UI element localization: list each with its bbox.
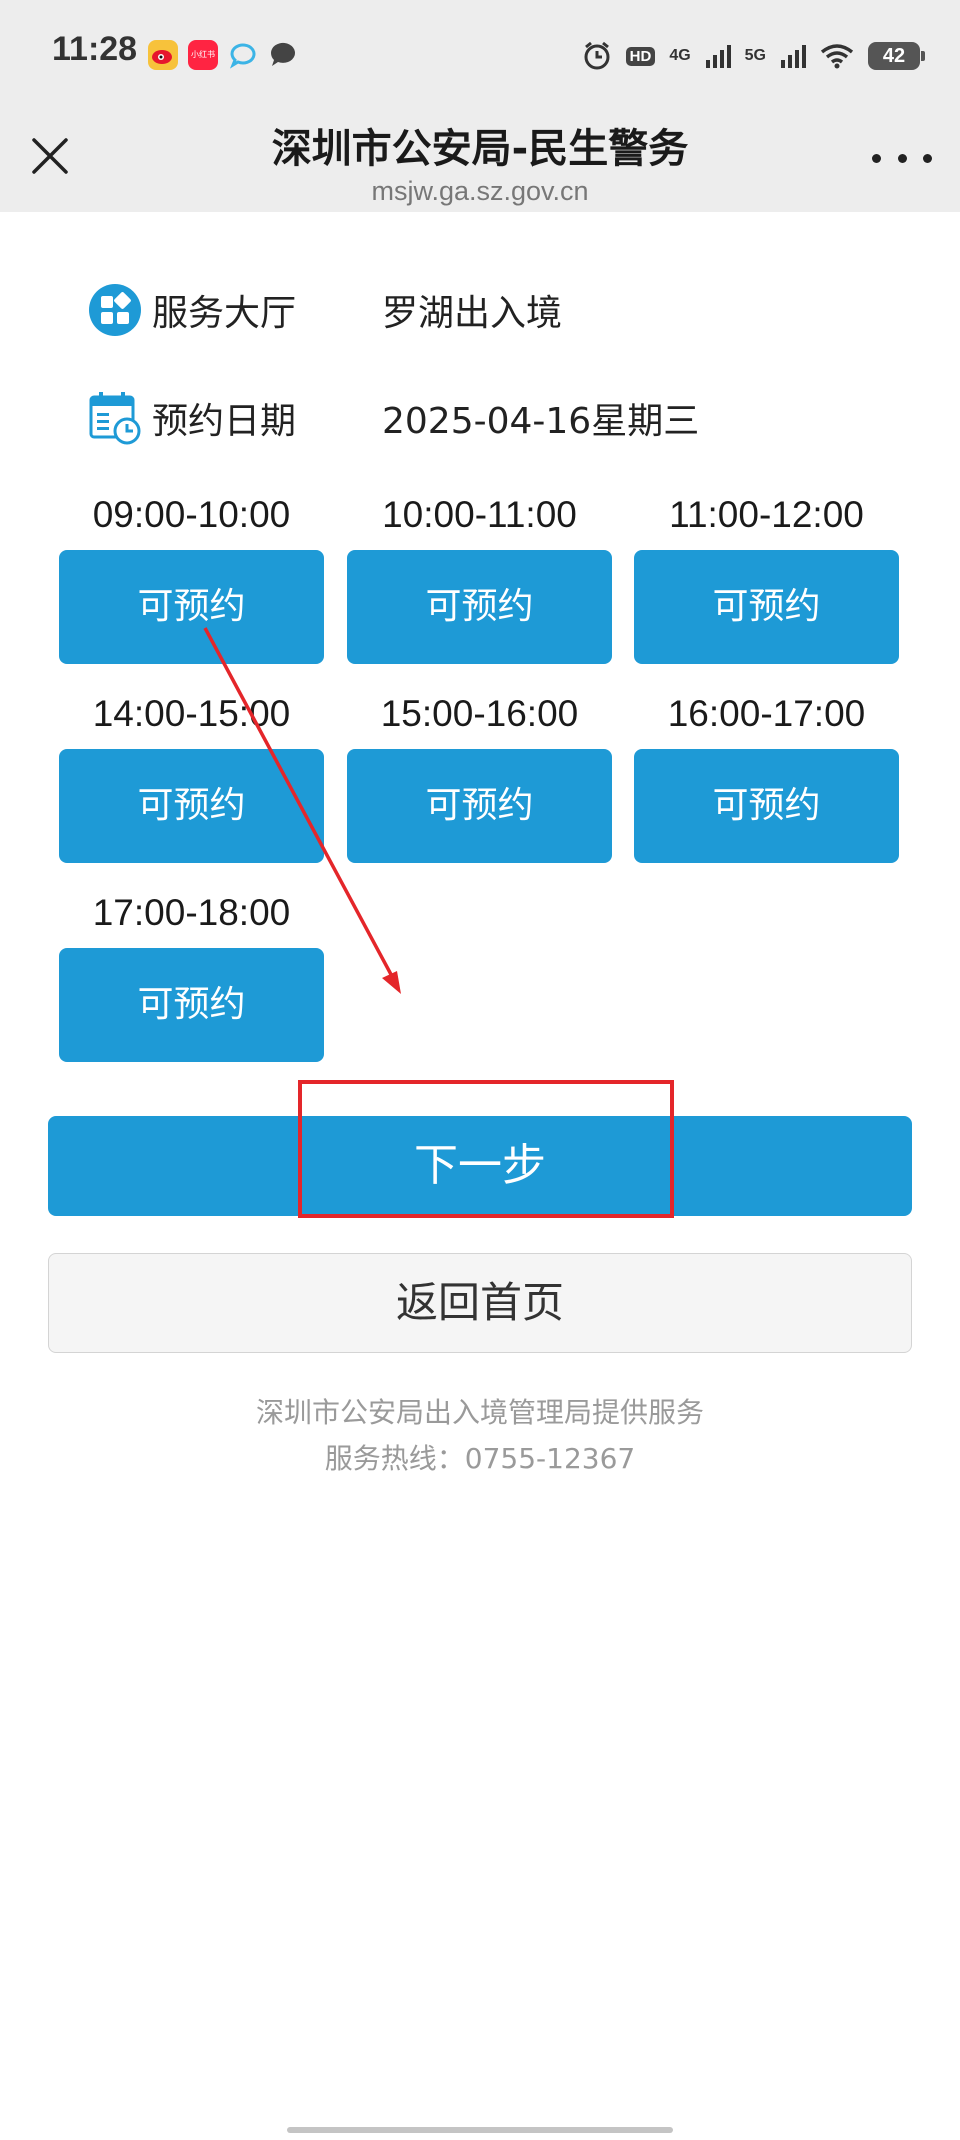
chat-bubble-icon <box>228 40 258 70</box>
slot-time-label: 16:00-17:00 <box>667 693 866 734</box>
time-slot: 11:00-12:00 可预约 <box>634 488 899 664</box>
footer: 深圳市公安局出入境管理局提供服务 服务热线：0755-12367 <box>0 1390 960 1482</box>
network-5g-label: 5G <box>744 47 766 64</box>
time-slot: 17:00-18:00 可预约 <box>59 886 324 1062</box>
grid-app-icon <box>89 284 141 336</box>
title-block: 深圳市公安局-民生警务 msjw.ga.sz.gov.cn <box>180 110 780 207</box>
weibo-icon <box>148 40 178 70</box>
time-slot: 16:00-17:00 可预约 <box>634 687 899 863</box>
hd-label: HD <box>625 46 656 66</box>
service-hall-label: 服务大厅 <box>152 293 297 334</box>
back-to-home-button[interactable]: 返回首页 <box>48 1253 912 1353</box>
next-step-button[interactable]: 下一步 <box>48 1116 912 1216</box>
page-url: msjw.ga.sz.gov.cn <box>371 176 589 206</box>
message-icon <box>268 40 298 70</box>
slot-time-label: 11:00-12:00 <box>669 494 864 535</box>
slot-book-button[interactable]: 可预约 <box>634 550 899 664</box>
footer-hotline: 服务热线：0755-12367 <box>324 1442 636 1475</box>
xiaohongshu-icon-label: 小红书 <box>191 50 215 59</box>
slot-book-button[interactable]: 可预约 <box>59 948 324 1062</box>
page-title: 深圳市公安局-民生警务 <box>271 126 689 172</box>
xiaohongshu-icon: 小红书 <box>188 40 218 70</box>
slot-time-label: 09:00-10:00 <box>92 494 291 535</box>
slot-book-button[interactable]: 可预约 <box>347 550 612 664</box>
close-button[interactable] <box>22 128 78 184</box>
signal-icon <box>705 45 731 68</box>
battery-indicator: 42 <box>868 42 925 70</box>
more-dot-icon <box>897 153 907 163</box>
slot-book-button[interactable]: 可预约 <box>59 550 324 664</box>
slot-book-button[interactable]: 可预约 <box>59 749 324 863</box>
close-icon <box>32 138 68 174</box>
calendar-clock-icon <box>89 392 141 445</box>
signal-icon-2 <box>781 45 806 68</box>
slot-time-label: 10:00-11:00 <box>382 494 577 535</box>
appointment-date-label: 预约日期 <box>152 401 297 442</box>
service-hall-row: 服务大厅 罗湖出入境 <box>88 280 562 340</box>
appointment-date-row: 预约日期 2025-04-16星期三 <box>88 388 699 448</box>
time-slot: 10:00-11:00 可预约 <box>347 488 612 664</box>
slot-time-label: 17:00-18:00 <box>92 892 291 933</box>
wifi-icon <box>820 44 854 69</box>
status-time: 11:28 <box>52 30 138 68</box>
more-options-button[interactable] <box>872 138 932 178</box>
more-dot-icon <box>923 153 932 163</box>
slot-book-button[interactable]: 可预约 <box>347 749 612 863</box>
slot-time-label: 15:00-16:00 <box>380 693 579 734</box>
network-4g-label: 4G <box>669 47 691 64</box>
footer-provider: 深圳市公安局出入境管理局提供服务 <box>255 1396 704 1429</box>
home-indicator <box>287 2127 673 2133</box>
time-slot: 14:00-15:00 可预约 <box>59 687 324 863</box>
system-icons: HD 4G 5G 42 <box>582 36 925 76</box>
alarm-icon <box>584 41 610 70</box>
appointment-date-value: 2025-04-16星期三 <box>382 401 700 442</box>
more-dot-icon <box>872 153 881 163</box>
title-bar: 深圳市公安局-民生警务 msjw.ga.sz.gov.cn <box>0 110 960 212</box>
time-slot: 09:00-10:00 可预约 <box>59 488 324 664</box>
service-hall-value: 罗湖出入境 <box>382 293 563 334</box>
time-slot: 15:00-16:00 可预约 <box>347 687 612 863</box>
slot-book-button[interactable]: 可预约 <box>634 749 899 863</box>
slot-time-label: 14:00-15:00 <box>92 693 291 734</box>
status-bar: 11:28 小红书 HD 4G 5G 42 <box>0 0 960 110</box>
annotation-arrow-head <box>382 971 401 994</box>
